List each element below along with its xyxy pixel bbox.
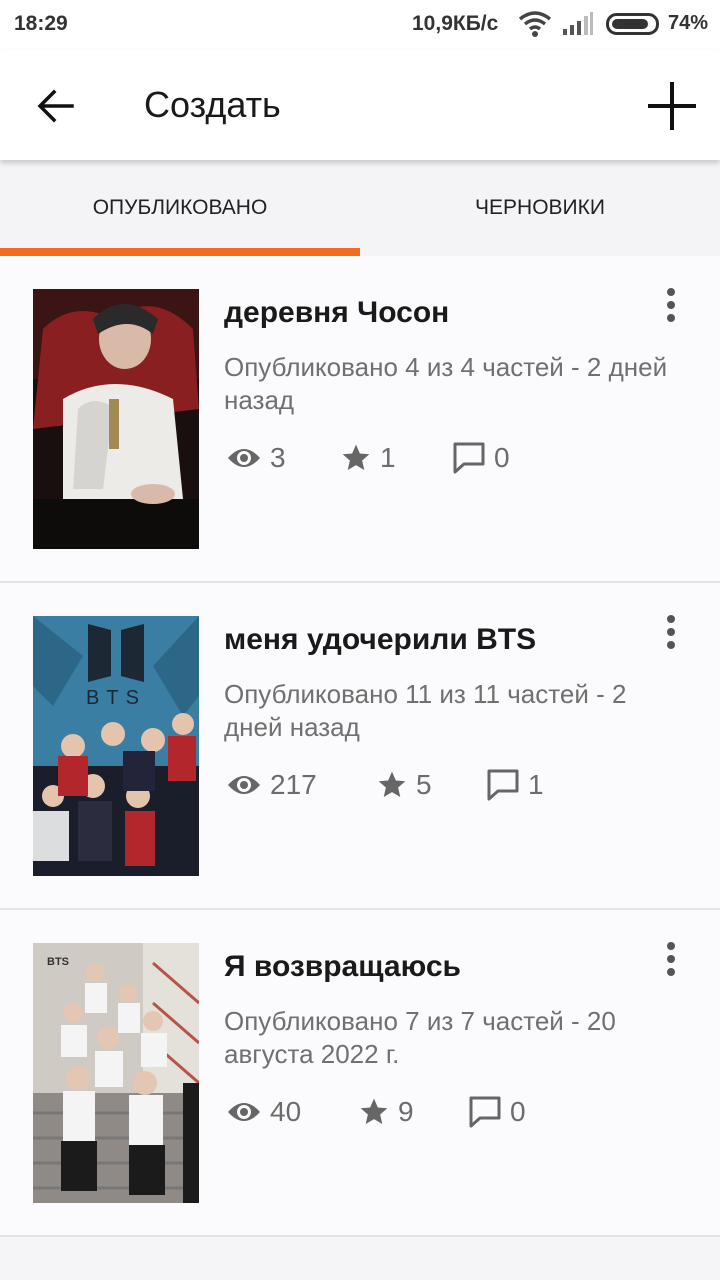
views-stat: 40 <box>226 1092 301 1132</box>
story-title[interactable]: меня удочерили BTS <box>224 623 536 657</box>
more-options-button[interactable] <box>656 286 686 326</box>
more-vertical-icon <box>667 942 675 976</box>
story-stats: 40 9 0 <box>226 1092 666 1132</box>
add-story-button[interactable] <box>644 78 700 134</box>
views-count: 3 <box>270 442 286 473</box>
tab-published[interactable]: ОПУБЛИКОВАНО <box>0 160 360 256</box>
story-cover-image: BTS <box>33 943 199 1203</box>
tab-drafts-label: ЧЕРНОВИКИ <box>475 196 605 219</box>
arrow-left-icon <box>37 89 74 123</box>
back-button[interactable] <box>30 80 82 132</box>
star-icon <box>360 1098 388 1124</box>
star-icon <box>378 771 406 797</box>
story-publish-info: Опубликовано 4 из 4 частей - 2 дней наза… <box>224 352 668 415</box>
views-stat: 3 <box>226 438 286 478</box>
page-title: Создать <box>144 84 281 125</box>
story-cover-image <box>33 289 199 549</box>
tab-bar: ОПУБЛИКОВАНО ЧЕРНОВИКИ <box>0 160 720 256</box>
views-count: 217 <box>270 769 317 800</box>
battery-icon <box>606 13 659 35</box>
story-publish-info: Опубликовано 7 из 7 частей - 20 августа … <box>224 1006 616 1069</box>
votes-stat: 1 <box>340 438 396 478</box>
comments-stat: 1 <box>486 765 544 805</box>
story-card[interactable]: BTS Я возвращаюсь Опубликовано 7 из 7 ча… <box>0 910 720 1237</box>
comments-count: 1 <box>528 769 544 800</box>
cover-text: BTS <box>86 687 146 709</box>
story-publish-info: Опубликовано 11 из 11 частей - 2 дней на… <box>224 679 627 742</box>
story-cover-image: BTS <box>33 616 199 876</box>
comment-icon <box>453 442 485 474</box>
votes-stat: 5 <box>376 765 432 805</box>
tab-published-label: ОПУБЛИКОВАНО <box>92 196 268 219</box>
views-stat: 217 <box>226 765 317 805</box>
votes-count: 5 <box>416 769 432 800</box>
plus-icon <box>648 82 696 130</box>
more-options-button[interactable] <box>656 940 686 980</box>
votes-count: 9 <box>398 1096 414 1127</box>
status-bar: 18:29 10,9КБ/с 74% <box>0 0 720 50</box>
story-list: деревня Чосон Опубликовано 4 из 4 частей… <box>0 256 720 1237</box>
more-vertical-icon <box>667 288 675 322</box>
signal-icon <box>563 12 593 35</box>
story-stats: 3 1 0 <box>226 438 666 478</box>
eye-icon <box>228 1103 260 1121</box>
comments-count: 0 <box>510 1096 526 1127</box>
comments-stat: 0 <box>468 1092 526 1132</box>
tab-drafts[interactable]: ЧЕРНОВИКИ <box>360 160 720 256</box>
wifi-icon <box>518 11 552 37</box>
comments-count: 0 <box>494 442 510 473</box>
star-icon <box>342 444 370 470</box>
votes-stat: 9 <box>358 1092 414 1132</box>
more-options-button[interactable] <box>656 613 686 653</box>
active-tab-indicator <box>0 248 360 256</box>
views-count: 40 <box>270 1096 302 1127</box>
status-network-speed: 10,9КБ/с <box>412 12 499 35</box>
story-stats: 217 5 1 <box>226 765 666 805</box>
story-card[interactable]: деревня Чосон Опубликовано 4 из 4 частей… <box>0 256 720 583</box>
story-card[interactable]: BTS меня удочерили BTS Опубликовано 11 и… <box>0 583 720 910</box>
eye-icon <box>228 449 260 467</box>
comment-icon <box>487 769 519 801</box>
eye-icon <box>228 776 260 794</box>
comments-stat: 0 <box>452 438 510 478</box>
comment-icon <box>469 1096 501 1128</box>
app-bar: Создать <box>0 50 720 160</box>
story-title[interactable]: Я возвращаюсь <box>224 950 461 984</box>
status-battery: 74% <box>668 12 709 34</box>
more-vertical-icon <box>667 615 675 649</box>
story-title[interactable]: деревня Чосон <box>224 296 449 330</box>
cover-text: BTS <box>47 956 69 968</box>
votes-count: 1 <box>380 442 396 473</box>
status-time: 18:29 <box>14 12 68 35</box>
